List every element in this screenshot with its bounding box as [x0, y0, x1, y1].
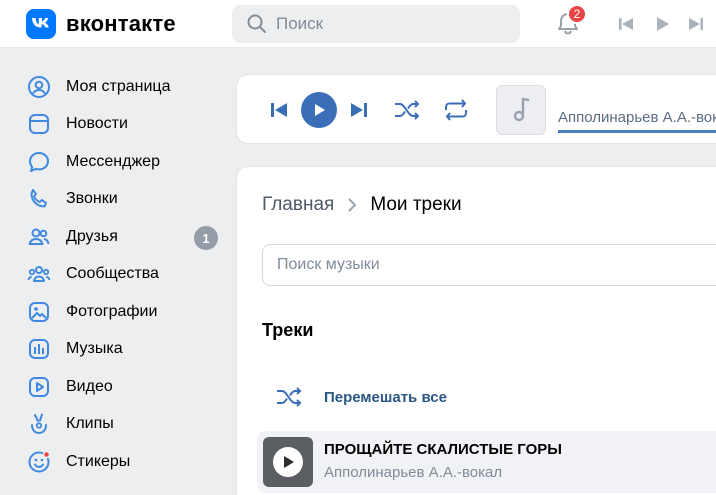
sidebar-item-clips[interactable]: Клипы [26, 406, 222, 444]
sidebar-item-photos[interactable]: Фотографии [26, 293, 222, 331]
play-button[interactable] [301, 92, 337, 128]
sidebar-item-label: Музыка [66, 340, 123, 358]
audio-player: Апполинарьев А.А.-вокал [236, 74, 716, 144]
breadcrumb-home-link[interactable]: Главная [262, 194, 334, 216]
shuffle-all-button[interactable]: Перемешать все [275, 384, 447, 410]
next-track-icon[interactable] [349, 100, 369, 120]
shuffle-all-label: Перемешать все [324, 388, 447, 406]
sidebar-item-video[interactable]: Видео [26, 368, 222, 406]
sidebar-item-label: Фотографии [66, 302, 158, 320]
clips-icon [26, 411, 52, 437]
photo-icon [26, 299, 52, 325]
top-header: вконтакте 2 [0, 0, 716, 48]
message-icon [26, 149, 52, 175]
global-search[interactable] [232, 5, 520, 43]
sidebar-item-communities[interactable]: Сообщества [26, 256, 222, 294]
search-input[interactable] [276, 14, 496, 34]
progress-bar[interactable] [558, 130, 716, 133]
shuffle-icon[interactable] [393, 97, 421, 123]
sidebar-item-label: Моя страница [66, 77, 171, 95]
communities-icon [26, 261, 52, 287]
sidebar-item-friends[interactable]: Друзья 1 [26, 218, 222, 256]
sidebar-item-label: Стикеры [66, 452, 131, 470]
breadcrumb-current: Мои треки [370, 194, 462, 215]
sidebar-item-stickers[interactable]: Стикеры [26, 443, 222, 481]
track-artist[interactable]: Апполинарьев А.А.-вокал [324, 464, 502, 481]
sidebar-item-label: Друзья [66, 227, 118, 245]
left-sidebar: Моя страница Новости Мессенджер Звонки Д… [26, 68, 222, 481]
previous-track-icon[interactable] [269, 100, 289, 120]
sidebar-item-label: Сообщества [66, 265, 159, 283]
music-search-input[interactable] [263, 245, 716, 285]
stickers-icon [26, 449, 52, 475]
now-playing-artist[interactable]: Апполинарьев А.А.-вокал [558, 109, 716, 126]
repeat-icon[interactable] [442, 97, 470, 123]
news-icon [26, 111, 52, 137]
track-row[interactable]: ПРОЩАЙТЕ СКАЛИСТЫЕ ГОРЫ Апполинарьев А.А… [257, 431, 716, 493]
phone-icon [26, 186, 52, 212]
music-page: Главная Мои треки Треки Перемешать все П… [236, 166, 716, 495]
music-search-box[interactable] [262, 244, 716, 286]
notification-badge: 2 [567, 4, 587, 24]
music-icon [26, 336, 52, 362]
sidebar-item-label: Видео [66, 377, 113, 395]
shuffle-icon [277, 387, 302, 407]
track-cover[interactable] [263, 437, 313, 487]
sidebar-item-label: Новости [66, 115, 128, 133]
logo-text: вконтакте [66, 11, 176, 36]
previous-track-icon[interactable] [616, 14, 636, 34]
play-icon [315, 104, 325, 116]
breadcrumb: Главная Мои треки [262, 194, 462, 216]
vk-logo[interactable]: вконтакте [26, 9, 176, 39]
sidebar-item-news[interactable]: Новости [26, 106, 222, 144]
user-circle-icon [26, 74, 52, 100]
sidebar-item-label: Мессенджер [66, 152, 160, 170]
vk-logo-icon [26, 9, 56, 39]
sidebar-item-messenger[interactable]: Мессенджер [26, 143, 222, 181]
play-icon [284, 456, 294, 468]
sidebar-item-music[interactable]: Музыка [26, 331, 222, 369]
chevron-right-icon [348, 198, 357, 212]
friends-count-badge: 1 [194, 226, 218, 250]
sidebar-item-calls[interactable]: Звонки [26, 181, 222, 219]
music-note-icon [513, 97, 530, 122]
play-icon[interactable] [652, 14, 672, 34]
section-title: Треки [262, 320, 314, 340]
sidebar-item-label: Звонки [66, 190, 118, 208]
sidebar-item-label: Клипы [66, 415, 114, 433]
next-track-icon[interactable] [686, 14, 706, 34]
album-cover [496, 85, 546, 135]
friends-icon [26, 224, 52, 250]
track-play-button[interactable] [273, 447, 303, 477]
video-icon [26, 374, 52, 400]
sidebar-item-my-page[interactable]: Моя страница [26, 68, 222, 106]
search-icon [247, 14, 266, 33]
track-title[interactable]: ПРОЩАЙТЕ СКАЛИСТЫЕ ГОРЫ [324, 441, 562, 458]
